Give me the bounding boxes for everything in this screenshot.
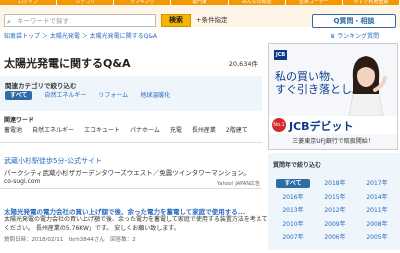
ad-title-link[interactable]: 武蔵小杉駅徒歩5分-公式サイト [4, 156, 102, 166]
ad-url[interactable]: co-sugi.com [4, 178, 40, 185]
year-option[interactable]: 2007年 [272, 233, 314, 242]
year-option[interactable]: 2005年 [356, 233, 398, 242]
year-option[interactable]: 2012年 [314, 206, 356, 215]
banner-brand: JCBデビット [289, 120, 354, 133]
year-option[interactable]: 2014年 [356, 193, 398, 202]
category-chip-global-warming[interactable]: 地球温暖化 [140, 91, 170, 100]
search-placeholder: キーワードで探す [17, 17, 69, 25]
sponsored-ad: 武蔵小杉駅徒歩5分-公式サイト パークシティ武蔵小杉ザガーデンタワーズウエスト／… [0, 142, 262, 189]
ad-source-label[interactable]: Yahoo! JAPAN広告 [217, 180, 260, 187]
related-word[interactable]: 自然エネルギー [32, 125, 74, 134]
ask-question-label: 質問・相談 [339, 17, 375, 25]
year-option[interactable]: 2013年 [272, 206, 314, 215]
related-word[interactable]: 長州産業 [192, 125, 216, 134]
question-snippet: 太陽光発電の電力会社の買い上げ額で後、余った電力を蓄電して家庭で使用する装置方法… [4, 216, 268, 232]
search-bar: ⌕ キーワードで探す 検索 +条件指定 Q質問・相談 [0, 5, 400, 28]
related-words-heading: 関連ワード [4, 117, 35, 124]
related-words: 蓄電池 自然エネルギー エコキュート パナホーム 充電 長州産業 2階建て [4, 125, 248, 134]
question-meta: 質問日時：2018/02/11 tkrh3844さん 回答数：2 [4, 237, 136, 243]
ad-description: パークシティ武蔵小杉ザガーデンタワーズウエスト／免震ツインタワーマンション。 [4, 169, 250, 177]
year-option-all[interactable]: すべて [276, 179, 310, 188]
ask-question-button[interactable]: Q質問・相談 [312, 14, 396, 28]
main-content: 太陽光発電に関するQ&A 20,634件 関連カテゴリで絞り込む すべて 自然エ… [0, 38, 268, 253]
search-conditions-label: 条件指定 [201, 16, 228, 24]
category-chip-natural-energy[interactable]: 自然エネルギー [44, 91, 86, 100]
year-option[interactable]: 2006年 [314, 233, 356, 242]
category-chip-all[interactable]: すべて [5, 91, 33, 100]
related-word[interactable]: 2階建て [226, 125, 248, 134]
category-filter: 関連カテゴリで絞り込む すべて 自然エネルギー リフォーム 地球温暖化 [0, 76, 262, 111]
year-option[interactable]: 2015年 [314, 193, 356, 202]
year-option[interactable]: 2009年 [314, 220, 356, 229]
banner-footer: 三菱東京UFJ銀行で取扱開始！ [292, 138, 374, 145]
sidebar: JCB 私の買い物、 すぐ引き落とし。 No.1 JCBデビット 三菱東京UFJ… [266, 38, 400, 250]
year-filter-heading: 質問年で絞り込む [273, 162, 322, 169]
year-option[interactable]: 2017年 [356, 179, 398, 188]
category-chip-reform[interactable]: リフォーム [98, 91, 128, 100]
question-item: 太陽光発電の電力会社の買い上げ額で後、余った電力を蓄電して家庭で使用する... … [0, 193, 268, 253]
year-option[interactable]: 2016年 [272, 193, 314, 202]
jcb-logo: JCB [274, 50, 287, 60]
page-title: 太陽光発電に関するQ&A [4, 57, 131, 70]
year-filter: 質問年で絞り込む すべて 2018年 2017年 2016年 2015年 201… [268, 153, 400, 250]
search-button[interactable]: 検索 [161, 14, 191, 27]
year-option[interactable]: 2018年 [314, 179, 356, 188]
related-word[interactable]: パナホーム [130, 125, 160, 134]
search-conditions-link[interactable]: +条件指定 [196, 14, 227, 27]
result-count: 20,634件 [228, 60, 258, 68]
category-filter-heading: 関連カテゴリで絞り込む [5, 82, 77, 90]
year-option[interactable]: 2008年 [356, 220, 398, 229]
model-photo [348, 56, 387, 116]
banner-brand-strip: No.1 JCBデビット [269, 116, 397, 134]
related-word[interactable]: 蓄電池 [4, 125, 22, 134]
question-title-link[interactable]: 太陽光発電の電力会社の買い上げ額で後、余った電力を蓄電して家庭で使用する... [4, 206, 245, 216]
year-option[interactable]: 2010年 [272, 220, 314, 229]
search-icon: ⌕ [7, 18, 11, 26]
related-word[interactable]: エコキュート [84, 125, 120, 134]
number-one-badge: No.1 [272, 118, 286, 132]
related-word[interactable]: 充電 [170, 125, 182, 134]
jcb-debit-banner-ad[interactable]: JCB 私の買い物、 すぐ引き落とし。 No.1 JCBデビット 三菱東京UFJ… [268, 43, 398, 150]
search-input[interactable]: ⌕ キーワードで探す [4, 14, 156, 27]
year-option[interactable]: 2011年 [356, 206, 398, 215]
